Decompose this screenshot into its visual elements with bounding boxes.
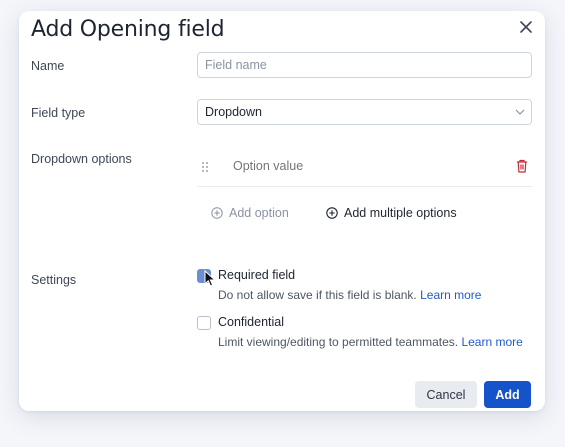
- confidential-checkbox[interactable]: [197, 316, 211, 330]
- confidential-label: Confidential: [218, 315, 285, 329]
- dialog-title: Add Opening field: [31, 17, 225, 42]
- required-learn-more-link[interactable]: Learn more: [420, 288, 481, 302]
- field-type-select[interactable]: Dropdown: [197, 99, 532, 125]
- required-field-help-text: Do not allow save if this field is blank…: [218, 288, 417, 302]
- required-field-label: Required field: [218, 268, 296, 282]
- cancel-button[interactable]: Cancel: [415, 381, 477, 408]
- confidential-learn-more-link[interactable]: Learn more: [461, 335, 522, 349]
- field-type-label: Field type: [31, 106, 86, 120]
- confidential-help: Limit viewing/editing to permitted teamm…: [218, 335, 523, 349]
- dropdown-options-label: Dropdown options: [31, 152, 132, 166]
- name-label: Name: [31, 59, 65, 73]
- field-type-value: Dropdown: [205, 105, 262, 119]
- required-field-help: Do not allow save if this field is blank…: [218, 288, 481, 302]
- plus-circle-icon: [326, 207, 338, 219]
- add-multiple-options-button[interactable]: Add multiple options: [326, 206, 457, 220]
- settings-label: Settings: [31, 273, 77, 287]
- chevron-down-icon: [515, 109, 525, 115]
- add-option-button[interactable]: Add option: [211, 206, 289, 220]
- trash-icon[interactable]: [516, 159, 528, 173]
- drag-handle-icon[interactable]: [201, 161, 209, 173]
- required-field-checkbox[interactable]: [197, 269, 211, 283]
- add-multiple-options-label: Add multiple options: [344, 206, 457, 220]
- field-name-input[interactable]: [197, 52, 532, 78]
- add-field-dialog: Add Opening field Name Field type Dropdo…: [19, 11, 545, 411]
- close-icon[interactable]: [517, 18, 535, 36]
- confidential-help-text: Limit viewing/editing to permitted teamm…: [218, 335, 459, 349]
- plus-circle-icon: [211, 207, 223, 219]
- option-value-input[interactable]: [233, 159, 473, 173]
- add-option-label: Add option: [229, 206, 289, 220]
- add-button[interactable]: Add: [484, 381, 531, 408]
- option-row: [197, 147, 532, 187]
